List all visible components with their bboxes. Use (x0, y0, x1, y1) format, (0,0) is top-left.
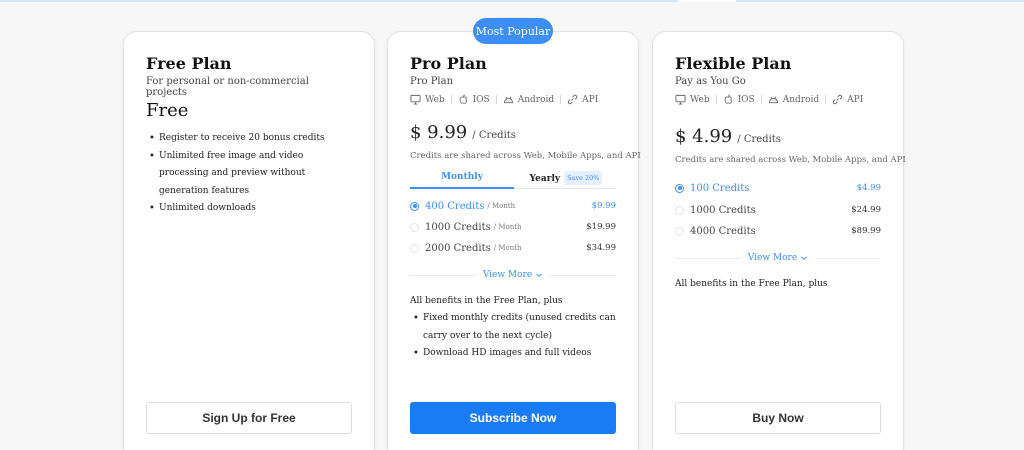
pro-plan-card: Pro Plan Pro Plan Web IOS Android API $ … (387, 31, 641, 450)
link-icon (832, 94, 843, 105)
platform-label: Android (517, 94, 555, 105)
platform-android: Android (768, 94, 819, 105)
platform-label: API (582, 94, 599, 105)
platform-list: Web IOS Android API (675, 94, 863, 105)
benefit-item: Register to receive 20 bonus credits (146, 130, 351, 148)
top-divider (0, 0, 1024, 2)
credit-option-100[interactable]: 100 Credits $4.99 (675, 180, 881, 196)
view-more-label: View More (747, 253, 798, 263)
platform-label: Web (425, 94, 445, 105)
platform-label: IOS (472, 94, 490, 105)
benefits-list: Register to receive 20 bonus credits Unl… (146, 130, 351, 218)
price-amount: $ 4.99 (675, 126, 733, 147)
plan-title: Free Plan (146, 54, 232, 73)
view-more: View More (410, 269, 616, 281)
tab-yearly[interactable]: Yearly Save 20% (514, 171, 618, 189)
option-price: $89.99 (851, 226, 881, 236)
option-price: $34.99 (586, 243, 616, 253)
tab-monthly[interactable]: Monthly (410, 171, 514, 189)
platform-list: Web IOS Android API (410, 94, 598, 105)
option-credits: 1000 Credits (425, 221, 491, 233)
radio-selected[interactable] (410, 201, 419, 211)
platform-api: API (567, 94, 598, 105)
option-credits: 2000 Credits (425, 242, 491, 254)
apple-icon (724, 94, 732, 104)
plan-title: Pro Plan (410, 54, 487, 73)
option-price: $9.99 (591, 201, 616, 211)
plan-price: $ 4.99 / Credits (675, 126, 781, 147)
option-credits: 4000 Credits (690, 225, 756, 237)
benefit-item: Unlimited downloads (146, 200, 351, 218)
shared-credits-note: Credits are shared across Web, Mobile Ap… (675, 155, 906, 165)
plan-subtitle: Pay as You Go (675, 76, 746, 87)
option-period: / Month (493, 223, 522, 231)
option-period: / Month (487, 202, 516, 210)
benefits-heading: All benefits in the Free Plan, plus (675, 279, 828, 289)
sign-up-button[interactable]: Sign Up for Free (146, 402, 352, 434)
platform-label: Web (690, 94, 710, 105)
link-icon (567, 94, 578, 105)
chevron-down-icon (536, 273, 543, 278)
benefit-item: Unlimited free image and video processin… (146, 148, 351, 201)
most-popular-badge: Most Popular (473, 18, 553, 44)
price-unit: / Credits (737, 134, 781, 145)
benefits-heading: All benefits in the Free Plan, plus (410, 296, 563, 306)
benefits-list: Fixed monthly credits (unused credits ca… (410, 310, 620, 363)
shared-credits-note: Credits are shared across Web, Mobile Ap… (410, 151, 641, 161)
view-more-button[interactable]: View More (748, 253, 808, 263)
platform-web: Web (410, 94, 445, 105)
platform-android: Android (503, 94, 554, 105)
platform-label: IOS (737, 94, 755, 105)
option-credits: 1000 Credits (690, 204, 756, 216)
billing-tabs: Monthly Yearly Save 20% (410, 171, 616, 189)
tab-yearly-label: Yearly (529, 174, 561, 184)
monitor-icon (410, 94, 421, 105)
android-icon (768, 96, 778, 104)
view-more: View More (675, 252, 881, 264)
plan-price: $ 9.99 / Credits (410, 122, 516, 143)
free-plan-card: Free Plan For personal or non-commercial… (123, 31, 375, 450)
option-credits: 400 Credits (425, 200, 485, 212)
credit-option-400[interactable]: 400 Credits / Month $9.99 (410, 198, 616, 214)
radio-unselected[interactable] (410, 222, 419, 232)
platform-web: Web (675, 94, 710, 105)
platform-label: Android (782, 94, 820, 105)
view-more-button[interactable]: View More (483, 270, 543, 280)
option-price: $24.99 (851, 205, 881, 215)
plan-price: Free (146, 100, 189, 121)
radio-unselected[interactable] (675, 205, 684, 215)
monitor-icon (675, 94, 686, 105)
radio-selected[interactable] (675, 183, 684, 193)
plan-subtitle: Pro Plan (410, 76, 454, 87)
chevron-down-icon (801, 256, 808, 261)
platform-label: API (847, 94, 864, 105)
platform-api: API (832, 94, 863, 105)
option-price: $4.99 (856, 183, 881, 193)
option-credits: 100 Credits (690, 182, 750, 194)
apple-icon (459, 94, 467, 104)
buy-now-button[interactable]: Buy Now (675, 402, 881, 434)
plan-title: Flexible Plan (675, 54, 792, 73)
price-amount: $ 9.99 (410, 122, 468, 143)
credit-option-1000[interactable]: 1000 Credits $24.99 (675, 202, 881, 218)
credit-option-4000[interactable]: 4000 Credits $89.99 (675, 223, 881, 239)
android-icon (503, 96, 513, 104)
save-badge: Save 20% (564, 171, 603, 185)
option-price: $19.99 (586, 222, 616, 232)
subscribe-button[interactable]: Subscribe Now (410, 402, 616, 434)
benefit-item: Fixed monthly credits (unused credits ca… (410, 310, 620, 345)
plan-subtitle: For personal or non-commercial projects (146, 76, 309, 98)
credit-option-2000[interactable]: 2000 Credits / Month $34.99 (410, 240, 616, 256)
credit-option-1000[interactable]: 1000 Credits / Month $19.99 (410, 219, 616, 235)
platform-ios: IOS (723, 94, 755, 105)
flexible-plan-card: Flexible Plan Pay as You Go Web IOS Andr… (652, 31, 906, 450)
benefit-item: Download HD images and full videos (410, 345, 620, 363)
price-unit: / Credits (472, 130, 516, 141)
radio-unselected[interactable] (410, 243, 419, 253)
option-period: / Month (493, 244, 522, 252)
radio-unselected[interactable] (675, 226, 684, 236)
platform-ios: IOS (458, 94, 490, 105)
view-more-label: View More (482, 270, 533, 280)
